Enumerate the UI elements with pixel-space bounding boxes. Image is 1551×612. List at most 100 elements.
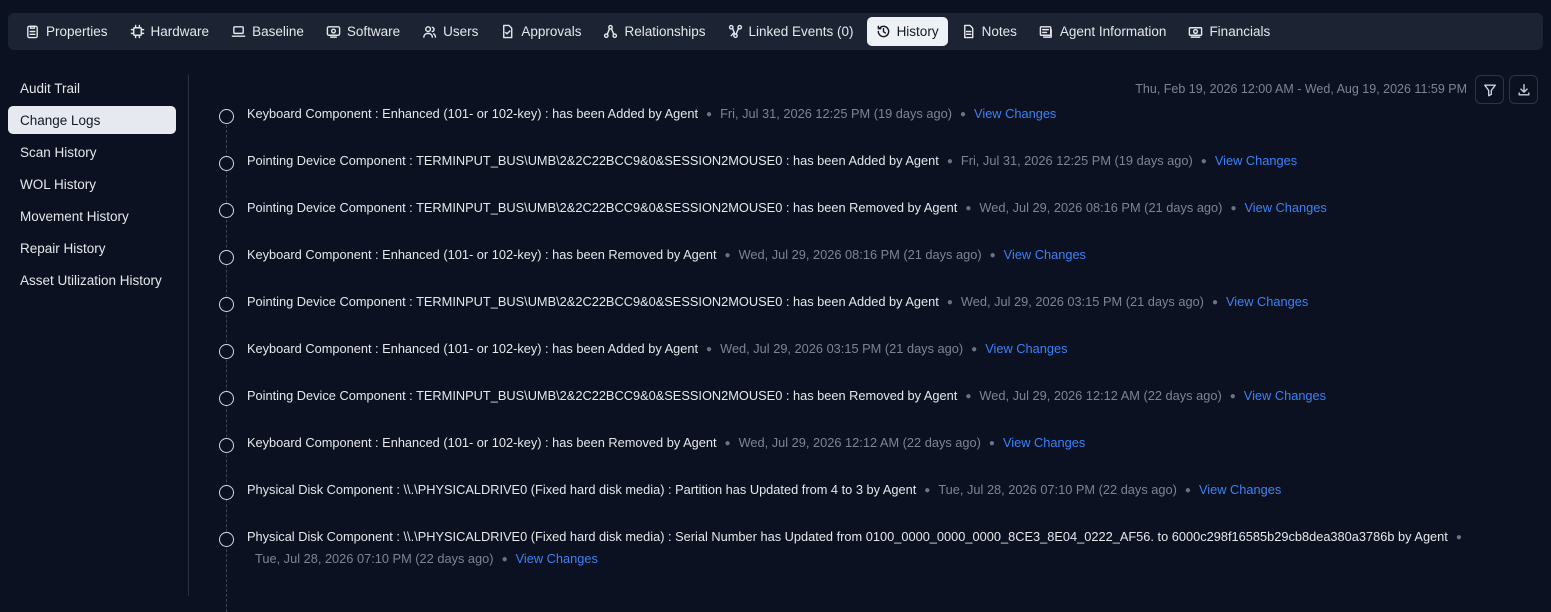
separator-dot: ● xyxy=(971,344,978,355)
entry-time: Fri, Jul 31, 2026 12:25 PM (19 days ago) xyxy=(960,153,1193,168)
view-changes-link[interactable]: View Changes xyxy=(1004,247,1086,262)
tab-hardware[interactable]: Hardware xyxy=(121,17,219,46)
tab-linked-events[interactable]: Linked Events (0) xyxy=(719,17,863,46)
separator-dot: ● xyxy=(724,438,731,449)
separator-dot: ● xyxy=(960,109,967,120)
view-changes-link[interactable]: View Changes xyxy=(1003,435,1085,450)
tab-label: Notes xyxy=(981,24,1017,39)
notes-icon xyxy=(963,24,973,39)
chip-icon xyxy=(130,24,144,39)
tab-financials[interactable]: Financials xyxy=(1179,17,1279,46)
separator-dot: ● xyxy=(946,156,953,167)
timeline-dot xyxy=(219,391,234,406)
timeline-entry: Keyboard Component : Enhanced (101- or 1… xyxy=(218,430,1518,477)
tab-relationships[interactable]: Relationships xyxy=(594,17,714,46)
tab-properties[interactable]: Properties xyxy=(16,17,117,46)
entry-time: Wed, Jul 29, 2026 08:16 PM (21 days ago) xyxy=(738,247,982,262)
tab-label: Financials xyxy=(1209,24,1271,39)
sidebar-item-scan-history[interactable]: Scan History xyxy=(8,138,176,166)
tab-label: Relationships xyxy=(624,24,706,39)
entry-time: Wed, Jul 29, 2026 12:12 AM (22 days ago) xyxy=(738,435,981,450)
view-changes-link[interactable]: View Changes xyxy=(516,551,598,566)
separator-dot: ● xyxy=(724,250,731,261)
entry-message: Pointing Device Component : TERMINPUT_BU… xyxy=(247,200,958,215)
entry-message: Pointing Device Component : TERMINPUT_BU… xyxy=(247,153,939,168)
tab-agent-information[interactable]: Agent Information xyxy=(1030,17,1176,46)
separator-dot: ● xyxy=(501,554,508,565)
linked-events-icon xyxy=(728,24,742,39)
separator-dot: ● xyxy=(946,297,953,308)
tab-notes[interactable]: Notes xyxy=(952,17,1026,46)
timeline-entry: Pointing Device Component : TERMINPUT_BU… xyxy=(218,383,1518,430)
filter-button[interactable] xyxy=(1475,75,1504,104)
sidebar-divider xyxy=(188,74,189,596)
separator-dot: ● xyxy=(965,203,972,214)
tab-label: Properties xyxy=(46,24,108,39)
view-changes-link[interactable]: View Changes xyxy=(1244,200,1326,215)
view-changes-link[interactable]: View Changes xyxy=(974,106,1056,121)
tab-label: Linked Events (0) xyxy=(748,24,854,39)
timeline-entry: Physical Disk Component : \\.\PHYSICALDR… xyxy=(218,524,1518,594)
tab-users[interactable]: Users xyxy=(413,17,487,46)
view-changes-link[interactable]: View Changes xyxy=(985,341,1067,356)
tab-software[interactable]: Software xyxy=(317,17,409,46)
view-changes-link[interactable]: View Changes xyxy=(1226,294,1308,309)
entry-time: Wed, Jul 29, 2026 03:15 PM (21 days ago) xyxy=(720,341,964,356)
timeline-entry: Keyboard Component : Enhanced (101- or 1… xyxy=(218,242,1518,289)
timeline-dot xyxy=(219,203,234,218)
sidebar-item-movement-history[interactable]: Movement History xyxy=(8,202,176,230)
timeline-entry: Pointing Device Component : TERMINPUT_BU… xyxy=(218,195,1518,242)
timeline-dot xyxy=(219,438,234,453)
sidebar-item-change-logs[interactable]: Change Logs xyxy=(8,106,176,134)
tab-bar: Properties Hardware Baseline Software Us… xyxy=(8,13,1543,50)
separator-dot: ● xyxy=(706,344,713,355)
entry-time: Tue, Jul 28, 2026 07:10 PM (22 days ago) xyxy=(938,482,1177,497)
date-range-label: Thu, Feb 19, 2026 12:00 AM - Wed, Aug 19… xyxy=(1135,82,1467,96)
entry-message: Physical Disk Component : \\.\PHYSICALDR… xyxy=(247,529,1448,544)
tab-baseline[interactable]: Baseline xyxy=(222,17,313,46)
entry-message: Keyboard Component : Enhanced (101- or 1… xyxy=(247,106,699,121)
separator-dot: ● xyxy=(988,438,995,449)
tab-history[interactable]: History xyxy=(866,17,948,46)
tab-label: Software xyxy=(346,24,401,39)
tab-label: Users xyxy=(443,24,479,39)
entry-message: Physical Disk Component : \\.\PHYSICALDR… xyxy=(247,482,917,497)
tab-label: Agent Information xyxy=(1059,24,1167,39)
entry-message: Pointing Device Component : TERMINPUT_BU… xyxy=(247,388,958,403)
timeline-dot xyxy=(219,532,234,547)
tab-label: Hardware xyxy=(150,24,210,39)
view-changes-link[interactable]: View Changes xyxy=(1199,482,1281,497)
separator-dot: ● xyxy=(1200,156,1207,167)
sidebar-item-repair-history[interactable]: Repair History xyxy=(8,234,176,262)
sidebar-item-asset-utilization-history[interactable]: Asset Utilization History xyxy=(8,266,176,294)
timeline-dot xyxy=(219,156,234,171)
tab-label: History xyxy=(896,24,939,39)
filter-icon xyxy=(1483,83,1496,96)
entry-time: Wed, Jul 29, 2026 12:12 AM (22 days ago) xyxy=(979,388,1222,403)
timeline-entry: Pointing Device Component : TERMINPUT_BU… xyxy=(218,148,1518,195)
laptop-icon xyxy=(231,26,246,37)
tab-approvals[interactable]: Approvals xyxy=(491,17,590,46)
view-changes-link[interactable]: View Changes xyxy=(1215,153,1297,168)
approval-icon xyxy=(503,24,513,39)
timeline-dot xyxy=(219,297,234,312)
entry-message: Pointing Device Component : TERMINPUT_BU… xyxy=(247,294,939,309)
view-changes-link[interactable]: View Changes xyxy=(1244,388,1326,403)
separator-dot: ● xyxy=(924,485,931,496)
history-sidebar: Audit Trail Change Logs Scan History WOL… xyxy=(8,74,176,298)
download-button[interactable] xyxy=(1509,75,1538,104)
tab-label: Baseline xyxy=(252,24,304,39)
sidebar-item-audit-trail[interactable]: Audit Trail xyxy=(8,74,176,102)
software-icon xyxy=(326,26,341,38)
timeline-entry: Keyboard Component : Enhanced (101- or 1… xyxy=(218,101,1518,148)
separator-dot: ● xyxy=(706,109,713,120)
separator-dot: ● xyxy=(1211,297,1218,308)
entry-time: Fri, Jul 31, 2026 12:25 PM (19 days ago) xyxy=(720,106,952,121)
history-icon xyxy=(877,25,889,38)
sidebar-item-wol-history[interactable]: WOL History xyxy=(8,170,176,198)
separator-dot: ● xyxy=(1455,532,1462,543)
change-log-timeline: Keyboard Component : Enhanced (101- or 1… xyxy=(218,101,1518,612)
money-icon xyxy=(1189,27,1203,38)
clipboard-icon xyxy=(27,25,38,39)
timeline-dot xyxy=(219,109,234,124)
